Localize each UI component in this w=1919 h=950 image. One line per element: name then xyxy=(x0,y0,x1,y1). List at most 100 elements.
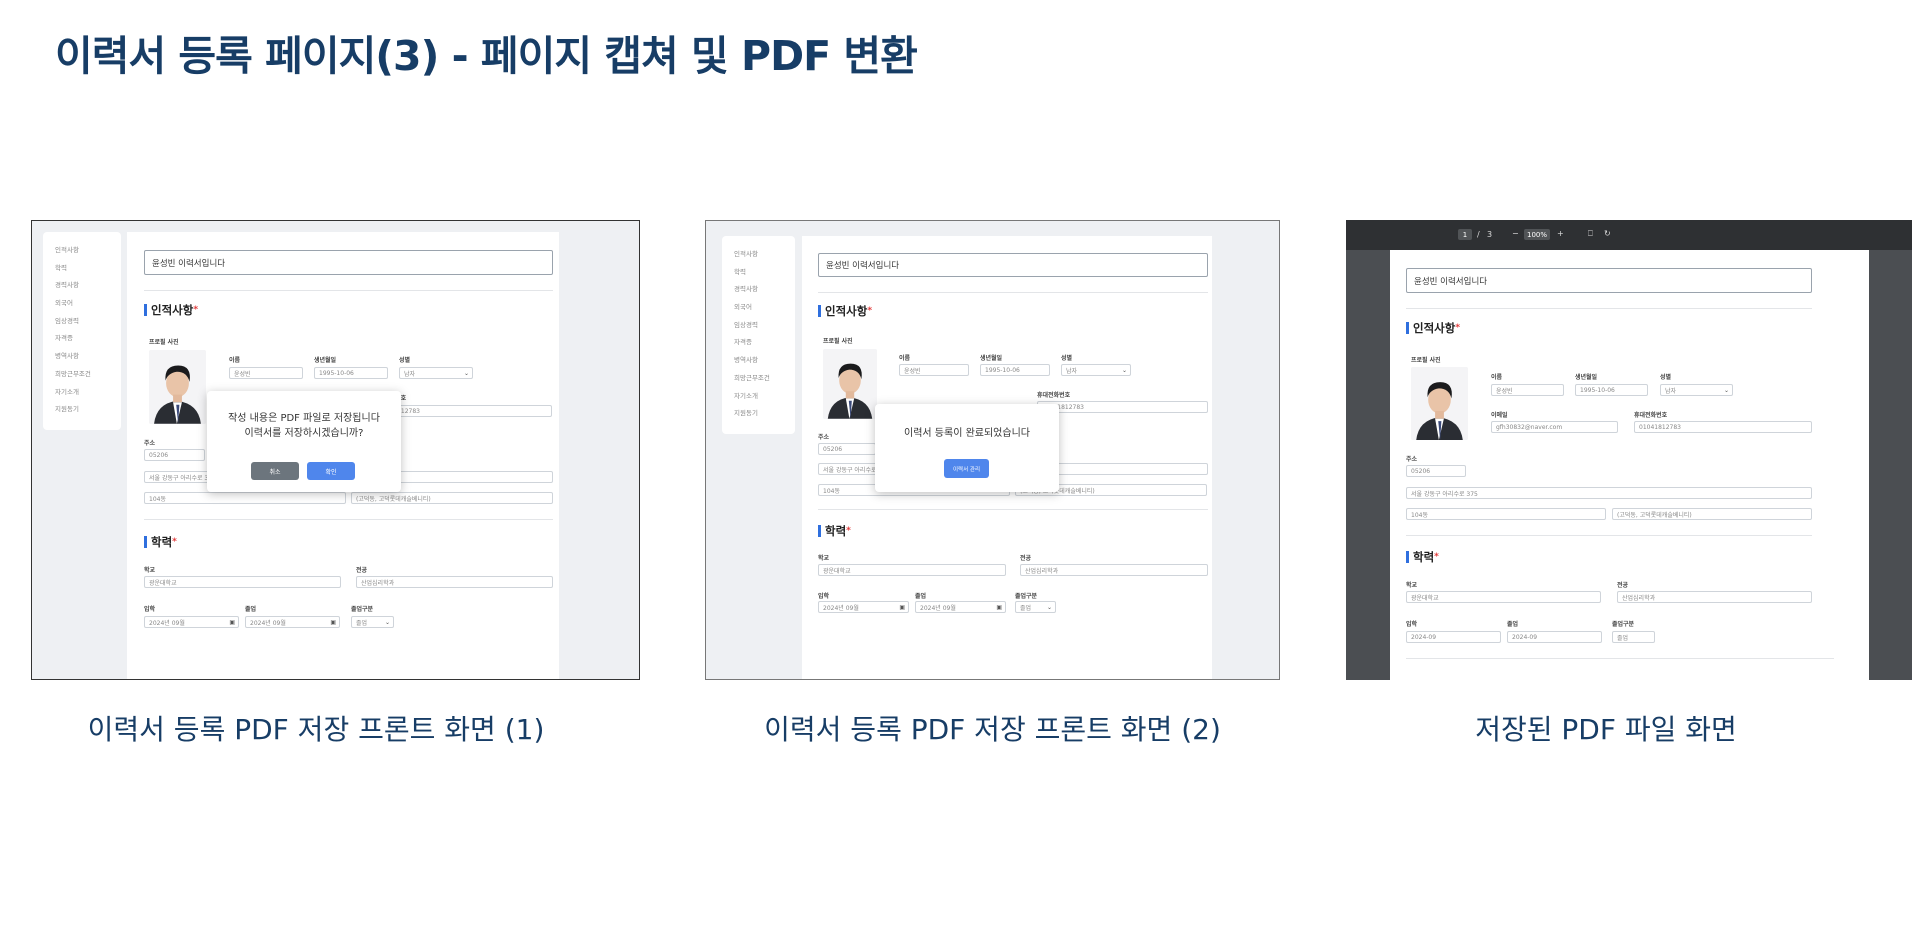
pdf-page: 윤성빈 이력서입니다 인적사항* 프로필 사진 이름 윤성빈 생년월일 1995-10-06… xyxy=(1390,250,1869,680)
fit-page-icon[interactable]: ⎕ xyxy=(1588,229,1593,239)
grad-status-select[interactable]: 졸업 ⌄ xyxy=(1015,601,1056,613)
name-field[interactable]: 윤성빈 xyxy=(229,367,303,379)
gender-select[interactable]: 남자 ⌄ xyxy=(399,367,473,379)
address2-field[interactable]: 104동 xyxy=(144,492,346,504)
gender-select[interactable]: 남자 ⌄ xyxy=(1660,384,1733,396)
major-field-value: 산업심리학과 xyxy=(361,579,395,587)
school-field[interactable]: 광운대학교 xyxy=(1406,591,1601,603)
name-field-value: 윤성빈 xyxy=(904,367,921,375)
zipcode-field[interactable]: 05206 xyxy=(144,449,205,461)
school-field[interactable]: 광운대학교 xyxy=(144,576,341,588)
sidebar-item[interactable]: 지원동기 xyxy=(734,405,795,423)
zipcode-field[interactable]: 05206 xyxy=(1406,465,1466,477)
birth-field[interactable]: 1995-10-06 xyxy=(980,364,1050,376)
sidebar-item[interactable]: 병역사항 xyxy=(55,348,121,366)
major-field[interactable]: 산업심리학과 xyxy=(1617,591,1812,603)
address3-field[interactable]: (고덕동, 고덕롯데캐슬베니티) xyxy=(351,492,553,504)
sidebar-item[interactable]: 인적사항 xyxy=(734,246,795,264)
sidebar-item[interactable]: 학력 xyxy=(55,260,121,278)
email-field[interactable]: gfh30832@naver.com xyxy=(1491,421,1618,433)
sidebar-item[interactable]: 학력 xyxy=(734,264,795,282)
zoom-in-icon[interactable]: + xyxy=(1557,229,1564,238)
section-education-heading: 학력* xyxy=(818,525,851,537)
resume-title-input[interactable]: 윤성빈 이력서입니다 xyxy=(1406,268,1812,293)
sidebar-item[interactable]: 자격증 xyxy=(55,330,121,348)
birth-field[interactable]: 1995-10-06 xyxy=(314,367,388,379)
confirm-button[interactable]: 확인 xyxy=(307,462,355,480)
resume-manage-button[interactable]: 이력서 관리 xyxy=(944,459,989,478)
calendar-icon: ▣ xyxy=(229,618,235,626)
birth-field[interactable]: 1995-10-06 xyxy=(1575,384,1648,396)
profile-photo-label: 프로필 사진 xyxy=(149,339,179,346)
zipcode-field-value: 05206 xyxy=(823,445,843,453)
resume-title-input[interactable]: 윤성빈 이력서입니다 xyxy=(144,250,553,275)
modal-message: 이력서 등록이 완료되었습니다 xyxy=(904,428,1030,439)
screenshot-1: 인적사항 학력 경력사항 외국어 임상경력 자격증 병역사항 희망근무조건 자기소개 지원동기 윤… xyxy=(31,220,640,680)
sidebar-item[interactable]: 희망근무조건 xyxy=(55,366,121,384)
gender-label: 성별 xyxy=(1061,355,1073,362)
divider xyxy=(1406,658,1834,659)
gender-select[interactable]: 남자 ⌄ xyxy=(1061,364,1131,376)
graduate-label: 졸업 xyxy=(915,593,927,600)
zoom-level[interactable]: 100% xyxy=(1524,229,1550,240)
email-field-value: gfh30832@naver.com xyxy=(1496,423,1563,431)
grad-status-label: 졸업구분 xyxy=(1612,621,1635,628)
divider xyxy=(144,290,553,291)
major-field[interactable]: 산업심리학과 xyxy=(1020,564,1208,576)
major-field-value: 산업심리학과 xyxy=(1622,594,1656,602)
school-label: 학교 xyxy=(1406,582,1418,589)
page-number-input[interactable]: 1 xyxy=(1458,229,1472,240)
gender-label: 성별 xyxy=(1660,374,1672,381)
calendar-icon: ▣ xyxy=(996,603,1002,611)
sidebar-item[interactable]: 임상경력 xyxy=(55,313,121,331)
profile-photo xyxy=(149,350,206,424)
calendar-icon: ▣ xyxy=(330,618,336,626)
cancel-button[interactable]: 취소 xyxy=(251,462,299,480)
sidebar-item[interactable]: 외국어 xyxy=(55,295,121,313)
enter-date-field[interactable]: 2024년 09월 ▣ xyxy=(818,601,909,613)
zipcode-field[interactable]: 05206 xyxy=(818,443,876,455)
section-education-heading: 학력* xyxy=(144,536,177,548)
phone-field[interactable]: 01041812783 xyxy=(1037,401,1208,413)
rotate-icon[interactable]: ↻ xyxy=(1604,229,1611,238)
grad-status-select[interactable]: 졸업 xyxy=(1612,631,1655,643)
screenshot-2: 인적사항 학력 경력사항 외국어 임상경력 자격증 병역사항 희망근무조건 자기소개 지원동기 윤… xyxy=(705,220,1280,680)
birth-label: 생년월일 xyxy=(314,357,337,364)
graduate-date-field[interactable]: 2024년 09월 ▣ xyxy=(915,601,1006,613)
gender-select-value: 남자 xyxy=(1066,367,1078,375)
enter-date-field[interactable]: 2024년 09월 ▣ xyxy=(144,616,239,628)
name-field[interactable]: 윤성빈 xyxy=(899,364,969,376)
birth-label: 생년월일 xyxy=(980,355,1003,362)
sidebar-item[interactable]: 인적사항 xyxy=(55,242,121,260)
sidebar-item[interactable]: 외국어 xyxy=(734,299,795,317)
phone-field[interactable]: 01041812783 xyxy=(1634,421,1812,433)
sidebar-item[interactable]: 경력사항 xyxy=(734,281,795,299)
sidebar-item[interactable]: 자기소개 xyxy=(734,388,795,406)
school-field[interactable]: 광운대학교 xyxy=(818,564,1006,576)
section-personal-label: 인적사항 xyxy=(825,304,868,318)
chevron-down-icon: ⌄ xyxy=(1723,386,1729,394)
phone-label: 휴대전화번호 xyxy=(1037,392,1071,399)
caption-2: 이력서 등록 PDF 저장 프론트 화면 (2) xyxy=(764,713,1221,746)
address2-field[interactable]: 104동 xyxy=(1406,508,1606,520)
sidebar-item[interactable]: 임상경력 xyxy=(734,317,795,335)
graduate-date-field[interactable]: 2024-09 xyxy=(1507,631,1602,643)
birth-label: 생년월일 xyxy=(1575,374,1598,381)
enter-date-field[interactable]: 2024-09 xyxy=(1406,631,1501,643)
sidebar-item[interactable]: 경력사항 xyxy=(55,277,121,295)
zoom-out-icon[interactable]: − xyxy=(1512,229,1519,238)
name-label: 이름 xyxy=(1491,374,1503,381)
sidebar-item[interactable]: 병역사항 xyxy=(734,352,795,370)
address1-field[interactable]: 서울 강동구 아리수로 375 xyxy=(1406,487,1812,499)
resume-title-input[interactable]: 윤성빈 이력서입니다 xyxy=(818,253,1208,277)
address3-field[interactable]: (고덕동, 고덕롯데캐슬베니티) xyxy=(1612,508,1812,520)
sidebar-item[interactable]: 희망근무조건 xyxy=(734,370,795,388)
required-mark: * xyxy=(172,537,177,547)
sidebar-item[interactable]: 자기소개 xyxy=(55,384,121,402)
graduate-date-field[interactable]: 2024년 09월 ▣ xyxy=(245,616,340,628)
name-field[interactable]: 윤성빈 xyxy=(1491,384,1564,396)
major-field[interactable]: 산업심리학과 xyxy=(356,576,553,588)
grad-status-select[interactable]: 졸업 ⌄ xyxy=(351,616,394,628)
sidebar-item[interactable]: 자격증 xyxy=(734,334,795,352)
sidebar-item[interactable]: 지원동기 xyxy=(55,401,121,419)
